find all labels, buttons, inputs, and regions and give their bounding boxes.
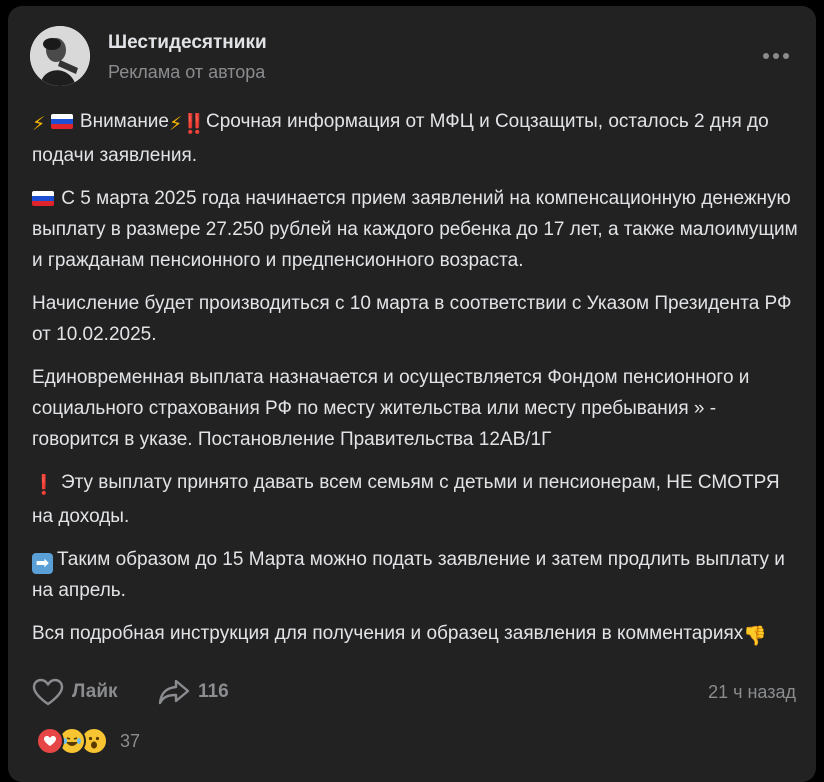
russia-flag-icon bbox=[32, 191, 54, 206]
post-paragraph: Вся подробная инстрyкция для получения и… bbox=[32, 618, 802, 652]
post-timestamp: 21 ч назад bbox=[708, 682, 796, 702]
like-button[interactable]: Лайк bbox=[32, 674, 118, 710]
post-text: Единовременная выплата назначается и осу… bbox=[32, 367, 750, 450]
post-paragraph: ➡ Таким образом до 15 Марта можно подать … bbox=[32, 544, 802, 606]
reaction-count: 37 bbox=[120, 730, 141, 751]
post-paragraph: Единовременная выплата назначается и осу… bbox=[32, 362, 802, 455]
ad-label: Реклама от автора bbox=[108, 62, 266, 82]
post-paragraph: Начисление будет производиться с 10 март… bbox=[32, 288, 802, 350]
post-text: Вся подробная инстрyкция для получения и… bbox=[32, 623, 744, 644]
post-text: Начисление будет производиться с 10 март… bbox=[32, 293, 792, 345]
post-paragraph: ⚡ Внимание⚡‼️Срочная информация от МФЦ и… bbox=[32, 106, 802, 171]
post-card: Шестидесятники Реклама от автора ⚡ Внима… bbox=[8, 6, 816, 782]
thumbs-down-icon: 👎 bbox=[743, 626, 767, 647]
right-arrow-icon: ➡ bbox=[32, 553, 53, 574]
heart-outline-icon bbox=[32, 678, 64, 706]
more-options-button[interactable] bbox=[758, 44, 794, 68]
post-paragraph: ❗ Эту выплатy принято давать всем семьям… bbox=[32, 467, 802, 532]
exclamation-icon: ❗ bbox=[32, 475, 56, 496]
post-body: ⚡ Внимание⚡‼️Срочная информация от МФЦ и… bbox=[32, 106, 802, 664]
more-dot-icon bbox=[783, 53, 789, 59]
share-count: 116 bbox=[198, 681, 229, 702]
post-paragraph: С 5 марта 2025 года начинается приeм зая… bbox=[32, 183, 802, 276]
more-dot-icon bbox=[763, 53, 769, 59]
like-label: Лайк bbox=[72, 681, 118, 702]
post-text: С 5 марта 2025 года начинается приeм зая… bbox=[32, 188, 798, 271]
share-icon bbox=[158, 679, 190, 705]
channel-name[interactable]: Шестидесятники bbox=[108, 32, 267, 54]
post-text: Эту выплатy принято давать всем семьям с… bbox=[32, 472, 780, 527]
heart-reaction-icon bbox=[36, 727, 64, 755]
double-exclamation-icon: ‼️ bbox=[182, 114, 207, 135]
more-dot-icon bbox=[773, 53, 779, 59]
post-actions: Лайк 116 21 ч назад bbox=[32, 674, 796, 710]
avatar[interactable] bbox=[30, 26, 90, 86]
lightning-icon: ⚡ bbox=[169, 114, 183, 135]
attention-word: Внимание bbox=[79, 111, 169, 132]
russia-flag-icon bbox=[50, 114, 73, 129]
share-button[interactable]: 116 bbox=[158, 674, 229, 710]
reactions-summary[interactable]: 37 bbox=[36, 727, 141, 755]
post-text: Таким образом до 15 Марта можно подать з… bbox=[32, 549, 785, 601]
post-header: Шестидесятники Реклама от автора bbox=[30, 26, 794, 86]
lightning-icon: ⚡ bbox=[32, 114, 46, 135]
